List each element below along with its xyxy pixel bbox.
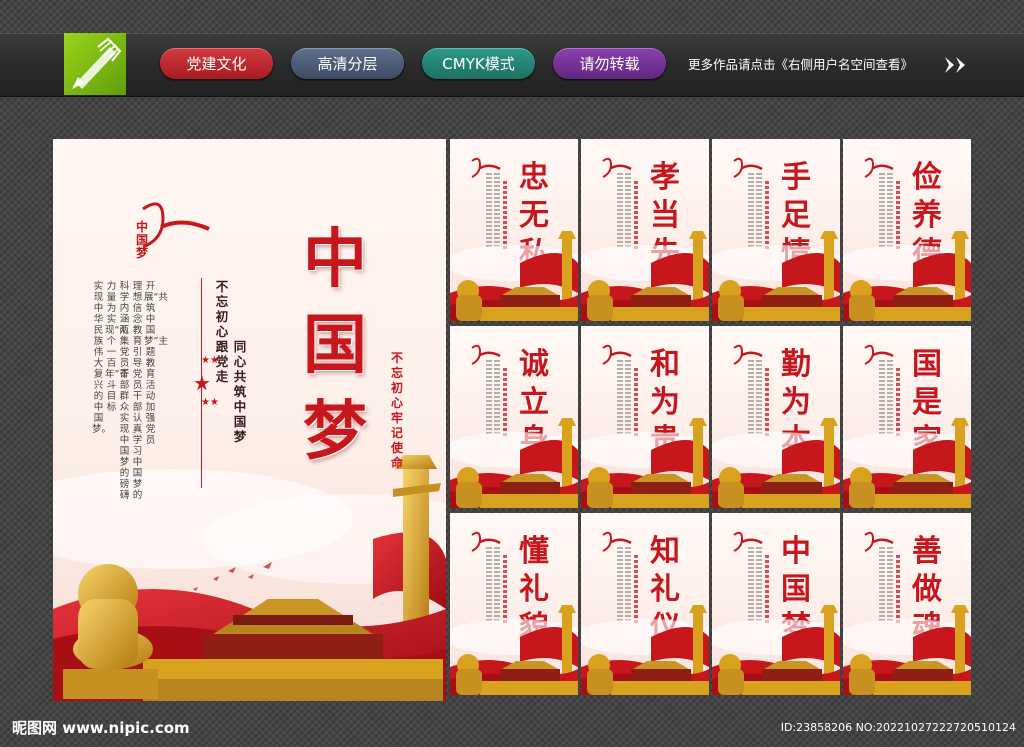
poster-card[interactable]: 诚立身 xyxy=(450,326,578,508)
more-works-link[interactable]: 更多作品请点击《右侧用户名空间查看》 xyxy=(688,54,913,73)
slogan-right: 同心共筑中国梦 xyxy=(233,339,247,444)
side-slogan-2: 牢记使命 xyxy=(390,411,403,470)
body-column-1: 开展“共筑中国梦”主题教育活动加强党员 xyxy=(144,281,168,446)
side-slogan-1: 不忘初心 xyxy=(390,351,403,410)
palace-scene xyxy=(843,410,971,508)
tag-party-culture[interactable]: 党建文化 xyxy=(160,48,273,79)
poster-card[interactable]: 懂礼貌 xyxy=(450,513,578,695)
palace-scene xyxy=(450,223,578,321)
china-dream-logo-text: 中国梦 xyxy=(135,220,148,260)
stars-bottom: ★★ xyxy=(201,397,219,408)
body-column-5: 实现中华民族伟大复兴的中国梦。 xyxy=(92,281,112,435)
site-watermark: 昵图网 www.nipic.com xyxy=(12,719,190,737)
body-column-4: 力量为实现“两个一百年”奋斗目标 xyxy=(105,281,129,413)
palace-scene xyxy=(450,597,578,695)
palace-scene xyxy=(843,223,971,321)
poster-scene xyxy=(53,202,446,701)
poster-card[interactable]: 孝当先 xyxy=(581,139,709,321)
star-big: ★ xyxy=(193,371,211,395)
palace-scene xyxy=(712,223,840,321)
palace-scene xyxy=(581,597,709,695)
poster-card[interactable]: 中国梦 xyxy=(712,513,840,695)
tag-cmyk-mode[interactable]: CMYK模式 xyxy=(422,48,535,79)
palace-scene xyxy=(712,410,840,508)
poster-card[interactable]: 勤为本 xyxy=(712,326,840,508)
poster-card[interactable]: 手足情 xyxy=(712,139,840,321)
palace-scene xyxy=(450,410,578,508)
tag-no-repost[interactable]: 请勿转载 xyxy=(553,48,666,79)
image-id: ID:23858206 NO:20221027222720510124 xyxy=(780,721,1016,734)
tag-high-res-layers[interactable]: 高清分层 xyxy=(291,48,404,79)
palace-scene xyxy=(581,223,709,321)
palace-scene xyxy=(581,410,709,508)
main-poster: 中国梦 中国梦 ★★ ★ ★★ 不忘初心跟党走 同心共筑中国梦 开展“共筑中国梦… xyxy=(53,139,446,701)
palace-scene xyxy=(843,597,971,695)
page-title: 中国梦 xyxy=(303,222,367,469)
slogan-left: 不忘初心跟党走 xyxy=(215,279,229,384)
double-chevron-right-icon[interactable] xyxy=(944,56,970,78)
poster-card[interactable]: 和为贵 xyxy=(581,326,709,508)
poster-card[interactable]: 忠无私 xyxy=(450,139,578,321)
body-column-2: 理想信念教育引导党员干部认真学习中国梦的 xyxy=(132,281,143,501)
poster-card[interactable]: 知礼仪 xyxy=(581,513,709,695)
china-dream-logo xyxy=(142,202,210,249)
palace-scene xyxy=(712,597,840,695)
poster-card[interactable]: 俭养德 xyxy=(843,139,971,321)
body-column-3: 科学内涵汇集党员干部群众实现中国梦的磅礴 xyxy=(119,281,130,501)
poster-card[interactable]: 国是家 xyxy=(843,326,971,508)
poster-card[interactable]: 善做魂 xyxy=(843,513,971,695)
pen-nib-icon xyxy=(64,33,126,95)
